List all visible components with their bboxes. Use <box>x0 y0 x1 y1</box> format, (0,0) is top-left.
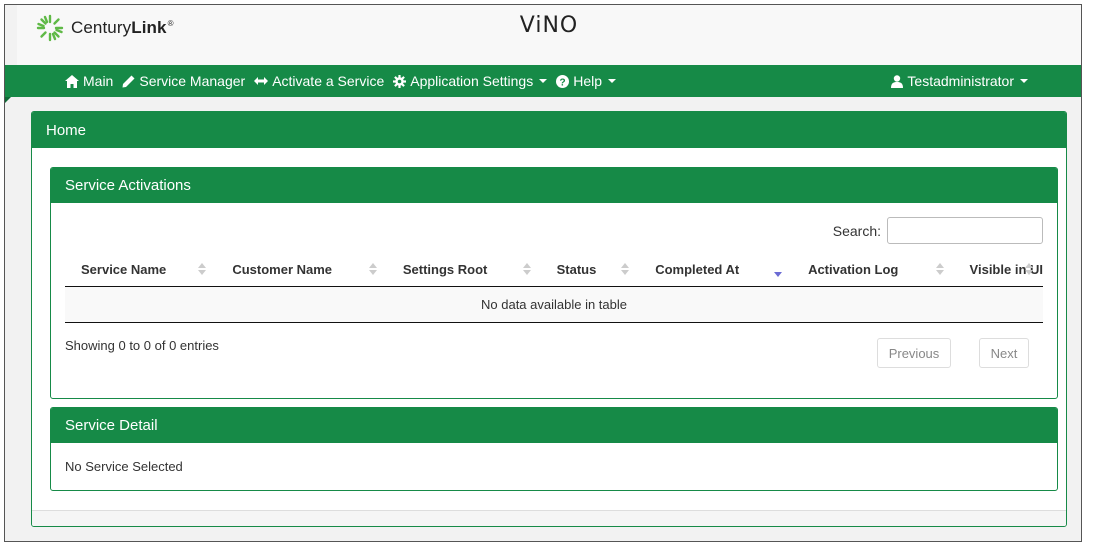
col-service-name[interactable]: Service Name <box>65 252 217 287</box>
col-settings-root[interactable]: Settings Root <box>386 252 541 287</box>
sort-icon <box>935 263 944 275</box>
col-status[interactable]: Status <box>540 252 640 287</box>
nav-help[interactable]: ? Help <box>556 73 617 89</box>
main-navbar: Main Service Manager Activate a Service … <box>5 65 1081 103</box>
pencil-icon <box>122 75 135 88</box>
home-panel-title: Home <box>32 112 1066 148</box>
home-panel: Home Service Activations Search: Service… <box>31 111 1067 527</box>
sort-icon <box>621 263 630 275</box>
nav-service-manager-label: Service Manager <box>139 73 246 89</box>
table-info: Showing 0 to 0 of 0 entries <box>65 338 219 353</box>
empty-table-message: No data available in table <box>65 286 1043 323</box>
nav-application-settings-label: Application Settings <box>410 73 534 89</box>
nav-activate-service[interactable]: Activate a Service <box>254 73 384 89</box>
nav-main-label: Main <box>83 73 114 89</box>
search-row: Search: <box>833 217 1043 244</box>
nav-main[interactable]: Main <box>65 73 113 89</box>
previous-button[interactable]: Previous <box>877 338 951 368</box>
col-completed-at[interactable]: Completed At <box>639 252 793 287</box>
nav-service-manager[interactable]: Service Manager <box>122 73 245 89</box>
home-panel-footer <box>32 510 1066 526</box>
home-icon <box>65 74 79 88</box>
chevron-down-icon <box>1020 79 1028 83</box>
col-visible-in-ui[interactable]: Visible in UI <box>953 252 1043 287</box>
pagination: Previous Next <box>877 338 1029 368</box>
app-title: ViNO <box>519 13 579 38</box>
nav-activate-service-label: Activate a Service <box>272 73 385 89</box>
sort-icon <box>198 263 207 275</box>
nav-help-label: Help <box>573 73 603 89</box>
brand-bar: CenturyLink® ViNO <box>17 5 1081 66</box>
service-detail-body: No Service Selected <box>65 459 183 474</box>
service-detail-title: Service Detail <box>51 408 1057 443</box>
left-right-arrow-icon <box>254 76 269 86</box>
col-activation-log[interactable]: Activation Log <box>792 252 954 287</box>
table-header-row: Service Name Customer Name Settings Root… <box>65 252 1043 287</box>
search-input[interactable] <box>887 217 1043 244</box>
search-label: Search: <box>832 222 881 239</box>
sort-descending-icon <box>774 263 783 277</box>
sort-icon <box>1025 263 1033 275</box>
user-menu[interactable]: Testadministrator <box>891 73 1028 89</box>
question-circle-icon: ? <box>556 74 570 88</box>
service-detail-panel: Service Detail No Service Selected <box>50 407 1058 491</box>
col-customer-name[interactable]: Customer Name <box>216 252 387 287</box>
chevron-down-icon <box>539 79 548 83</box>
sort-icon <box>368 263 377 275</box>
user-menu-label: Testadministrator <box>907 73 1014 89</box>
nav-application-settings[interactable]: Application Settings <box>393 73 548 89</box>
service-activations-title: Service Activations <box>51 168 1057 203</box>
service-activations-table: Service Name Customer Name Settings Root… <box>65 252 1043 323</box>
service-activations-panel: Service Activations Search: Service Name… <box>50 167 1058 399</box>
next-button[interactable]: Next <box>979 338 1029 368</box>
nav-corner-accent <box>5 97 11 103</box>
chevron-down-icon <box>608 79 617 83</box>
sort-icon <box>522 263 531 275</box>
browser-frame: CenturyLink® ViNO Main Service Manager A… <box>4 4 1082 542</box>
svg-text:?: ? <box>560 77 566 88</box>
table-row: No data available in table <box>65 286 1043 323</box>
gear-icon <box>393 74 407 88</box>
user-icon <box>891 74 904 88</box>
